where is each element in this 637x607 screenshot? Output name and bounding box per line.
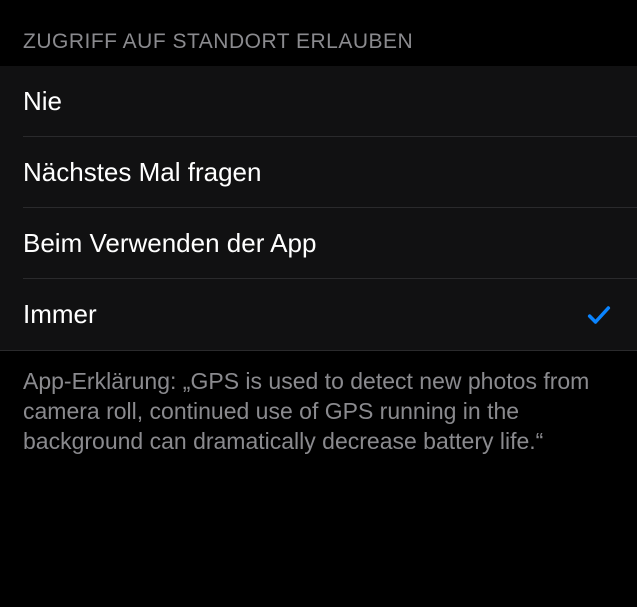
option-while-using-app[interactable]: Beim Verwenden der App [0,208,637,279]
option-label: Immer [23,299,97,330]
options-list: Nie Nächstes Mal fragen Beim Verwenden d… [0,66,637,350]
option-label: Beim Verwenden der App [23,228,316,259]
option-label: Nie [23,86,62,117]
checkmark-icon [584,300,614,330]
section-header: Zugriff auf Standort erlauben [0,0,637,66]
option-always[interactable]: Immer [0,279,637,350]
option-ask-next-time[interactable]: Nächstes Mal fragen [0,137,637,208]
app-explanation: App-Erklärung: „GPS is used to detect ne… [0,350,637,473]
option-never[interactable]: Nie [0,66,637,137]
option-label: Nächstes Mal fragen [23,157,261,188]
